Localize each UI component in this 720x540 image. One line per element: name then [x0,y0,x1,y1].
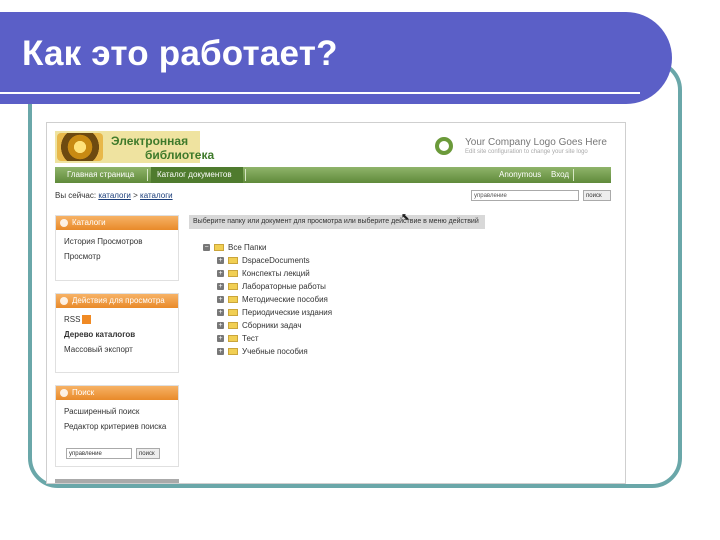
sidebar-search: Поиск Расширенный поиск Редактор критери… [55,385,179,467]
tree-root-label: Все Папки [228,243,267,252]
search-button[interactable]: поиск [583,190,611,201]
sidebar-item-tree[interactable]: Дерево каталогов [56,327,178,342]
breadcrumb-link[interactable]: каталоги [140,191,173,200]
collapse-icon[interactable]: − [203,244,210,252]
folder-icon [228,322,238,330]
tree-item[interactable]: + Периодические издания [217,308,332,317]
expand-icon[interactable]: + [217,322,224,330]
tree-item[interactable]: + DspaceDocuments [217,256,310,265]
folder-icon [228,296,238,304]
title-underline [0,92,640,94]
logo-title-line2: библиотека [145,148,215,162]
sidebar-search-title: Поиск [72,388,95,397]
sidebar-item-criteria-editor[interactable]: Редактор критериев поиска [56,419,178,434]
expand-icon[interactable]: + [217,309,224,317]
folder-icon [228,309,238,317]
nav-user[interactable]: Anonymous [499,170,541,179]
sidebar-item-advanced-search[interactable]: Расширенный поиск [56,400,178,419]
expand-icon[interactable]: + [217,335,224,343]
sidebar-search-input[interactable]: управление [66,448,132,459]
sidebar-catalogs-header[interactable]: Каталоги [56,216,178,230]
sidebar-more-strip [55,479,179,483]
folder-icon [228,257,238,265]
tree-item[interactable]: + Лабораторные работы [217,282,326,291]
tree-item-label: Конспекты лекций [242,269,310,278]
sidebar-item-browse[interactable]: Просмотр [56,249,178,264]
expand-icon[interactable]: + [217,348,224,356]
sidebar-item-rss[interactable]: RSS [56,308,178,327]
rss-icon [82,315,92,325]
nav-login[interactable]: Вход [551,170,569,179]
folder-icon [228,283,238,291]
nav-home[interactable]: Главная страница [67,170,134,179]
tree-item[interactable]: + Конспекты лекций [217,269,310,278]
expand-icon[interactable]: + [217,257,224,265]
hint-bar: Выберите папку или документ для просмотр… [189,215,485,229]
mouse-cursor-icon: ⬉ [401,212,410,223]
tree-item[interactable]: + Тест [217,334,259,343]
sidebar-search-header[interactable]: Поиск [56,386,178,400]
tree-root[interactable]: − Все Папки [203,243,267,252]
expand-icon[interactable]: + [217,283,224,291]
tree-item[interactable]: + Сборники задач [217,321,302,330]
sidebar-catalogs: Каталоги История Просмотров Просмотр [55,215,179,281]
folder-icon [228,348,238,356]
expand-icon[interactable]: + [217,296,224,304]
folder-icon [214,244,224,252]
company-logo-icon [435,137,453,155]
breadcrumb-prefix: Вы сейчас: [55,191,97,200]
sidebar-actions-header[interactable]: Действия для просмотра [56,294,178,308]
search-input[interactable]: управление [471,190,579,201]
nav-catalog[interactable]: Каталог документов [157,170,232,179]
tree-item[interactable]: + Учебные пособия [217,347,308,356]
library-screenshot: Электронная библиотека Your Company Logo… [46,122,626,484]
rss-label: RSS [64,315,81,324]
main-nav: Главная страница Каталог документов Anon… [55,167,611,183]
tree-item[interactable]: + Методические пособия [217,295,328,304]
tree-item-label: Лабораторные работы [242,282,326,291]
logo-title-line1: Электронная [111,134,189,148]
company-logo-text: Your Company Logo Goes Here [465,137,607,148]
collapse-icon [60,297,68,305]
tree-item-label: Сборники задач [242,321,302,330]
tree-item-label: Методические пособия [242,295,328,304]
sidebar-item-history[interactable]: История Просмотров [56,230,178,249]
company-logo-subtext: Edit site configuration to change your s… [465,149,588,155]
tree-item-label: Учебные пособия [242,347,308,356]
disc-icon [57,133,103,161]
breadcrumb: Вы сейчас: каталоги > каталоги [55,191,173,200]
nav-separator [573,169,574,181]
breadcrumb-link[interactable]: каталоги [98,191,131,200]
tree-item-label: Тест [242,334,259,343]
sidebar-search-button[interactable]: поиск [136,448,160,459]
expand-icon[interactable]: + [217,270,224,278]
collapse-icon [60,219,68,227]
nav-separator [245,169,246,181]
tree-item-label: Периодические издания [242,308,333,317]
sidebar-actions: Действия для просмотра RSS Дерево катало… [55,293,179,373]
nav-separator [147,169,148,181]
tree-item-label: DspaceDocuments [242,256,310,265]
sidebar-actions-title: Действия для просмотра [72,296,165,305]
sidebar-item-export[interactable]: Массовый экспорт [56,342,178,357]
library-logo[interactable]: Электронная библиотека [55,131,214,163]
collapse-icon [60,389,68,397]
breadcrumb-separator: > [133,191,138,200]
folder-icon [228,335,238,343]
slide-title: Как это работает? [22,34,338,73]
folder-icon [228,270,238,278]
sidebar-catalogs-title: Каталоги [72,218,106,227]
